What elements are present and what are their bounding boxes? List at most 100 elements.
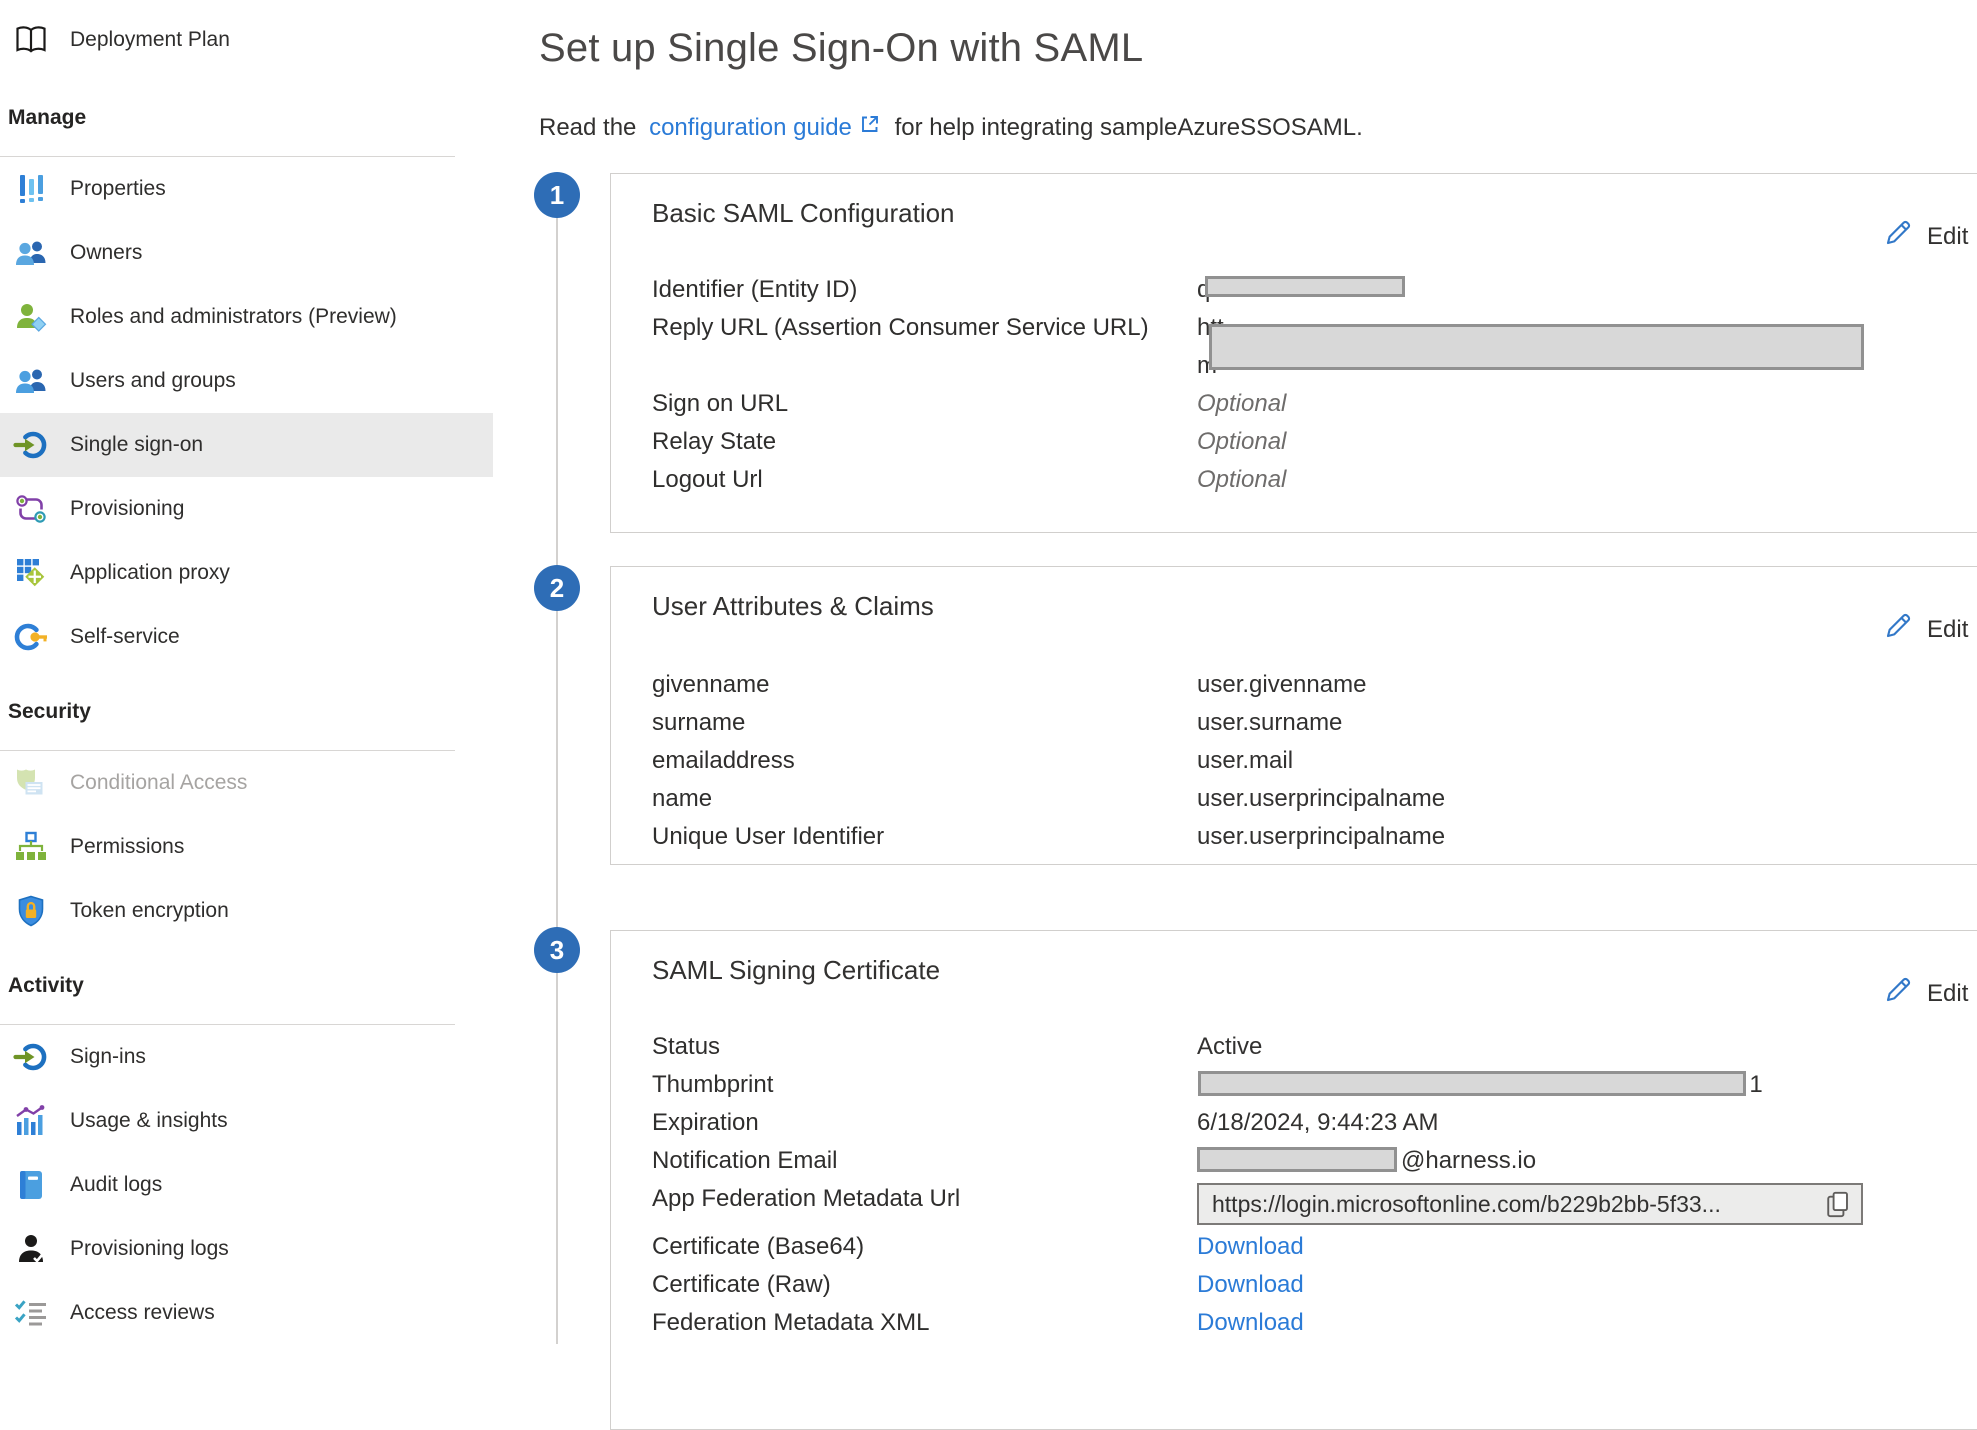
sidebar-section-activity: Activity [0, 943, 455, 1025]
row-value-redacted: htt m [1197, 309, 1949, 385]
sidebar-item-label: Token encryption [70, 899, 229, 923]
download-certificate-raw-link[interactable]: Download [1197, 1271, 1304, 1298]
sidebar-item-label: Deployment Plan [70, 28, 230, 52]
row-label: Logout Url [652, 461, 1197, 499]
edit-basic-saml-button[interactable]: Edit [1883, 218, 1968, 255]
row-federation-metadata-xml: Federation Metadata XML Download [652, 1304, 1949, 1342]
sidebar-item-label: Properties [70, 177, 166, 201]
metadata-url-cell: https://login.microsoftonline.com/b229b2… [1197, 1180, 1949, 1228]
sidebar-item-label: Users and groups [70, 369, 236, 393]
row-value-redacted: 21 [1197, 1066, 1949, 1104]
main-content: Set up Single Sign-On with SAML Read the… [493, 0, 1977, 1344]
sidebar-item-conditional-access[interactable]: Conditional Access [0, 751, 493, 815]
step-connector-line [556, 180, 558, 1344]
redacted-value-fragment: 1 [1749, 1071, 1762, 1098]
sidebar-item-access-reviews[interactable]: Access reviews [0, 1281, 493, 1345]
download-federation-metadata-xml-link[interactable]: Download [1197, 1309, 1304, 1336]
row-value-redacted: r@harness.io [1197, 1142, 1949, 1180]
external-link-icon [858, 112, 882, 143]
row-relay-state: Relay State Optional [652, 423, 1949, 461]
download-certificate-base64-link[interactable]: Download [1197, 1233, 1304, 1260]
sidebar-item-label: Single sign-on [70, 433, 203, 457]
intro-suffix: for help integrating sampleAzureSSOSAML. [888, 114, 1363, 142]
row-label: Expiration [652, 1104, 1197, 1142]
sidebar-item-label: Permissions [70, 835, 184, 859]
sidebar: Deployment Plan Manage Properties Owners… [0, 0, 493, 1344]
sidebar-item-application-proxy[interactable]: Application proxy [0, 541, 493, 605]
row-label: Reply URL (Assertion Consumer Service UR… [652, 309, 1197, 385]
sidebar-item-label: Application proxy [70, 561, 230, 585]
claim-value: user.mail [1197, 742, 1949, 780]
row-reply-url: Reply URL (Assertion Consumer Service UR… [652, 309, 1949, 385]
sign-ins-icon [12, 1038, 50, 1076]
claim-value: user.surname [1197, 704, 1949, 742]
book-icon [12, 21, 50, 59]
row-label: Federation Metadata XML [652, 1304, 1197, 1342]
sidebar-item-label: Conditional Access [70, 771, 247, 795]
pencil-icon [1883, 218, 1913, 255]
sidebar-item-token-encryption[interactable]: Token encryption [0, 879, 493, 943]
sidebar-item-single-sign-on[interactable]: Single sign-on [0, 413, 493, 477]
step-badge-1: 1 [534, 172, 580, 218]
page-title: Set up Single Sign-On with SAML [539, 26, 1143, 71]
application-proxy-icon [12, 554, 50, 592]
redaction-overlay [1197, 1147, 1397, 1172]
usage-insights-icon [12, 1102, 50, 1140]
sidebar-item-deployment-plan[interactable]: Deployment Plan [0, 8, 493, 72]
sidebar-item-provisioning[interactable]: Provisioning [0, 477, 493, 541]
provisioning-icon [12, 490, 50, 528]
configuration-guide-link[interactable]: configuration guide [649, 114, 852, 142]
claim-value: user.givenname [1197, 666, 1949, 704]
sidebar-item-sign-ins[interactable]: Sign-ins [0, 1025, 493, 1089]
intro-text: Read the configuration guide for help in… [539, 112, 1363, 143]
row-label: Sign on URL [652, 385, 1197, 423]
claim-name: emailaddress [652, 742, 1197, 780]
roles-icon [12, 298, 50, 336]
row-logout-url: Logout Url Optional [652, 461, 1949, 499]
pencil-icon [1883, 611, 1913, 648]
row-label: Identifier (Entity ID) [652, 271, 1197, 309]
sidebar-item-label: Roles and administrators (Preview) [70, 305, 397, 329]
sidebar-section-security: Security [0, 669, 455, 751]
owners-icon [12, 234, 50, 272]
redaction-overlay [1205, 276, 1405, 297]
row-app-federation-metadata-url: App Federation Metadata Url https://logi… [652, 1180, 1949, 1228]
sidebar-item-provisioning-logs[interactable]: Provisioning logs [0, 1217, 493, 1281]
access-reviews-icon [12, 1294, 50, 1332]
sidebar-item-usage-insights[interactable]: Usage & insights [0, 1089, 493, 1153]
sidebar-item-owners[interactable]: Owners [0, 221, 493, 285]
row-label: Certificate (Raw) [652, 1266, 1197, 1304]
sidebar-item-label: Audit logs [70, 1173, 162, 1197]
row-label: Relay State [652, 423, 1197, 461]
row-value-optional: Optional [1197, 461, 1949, 499]
claim-name: givenname [652, 666, 1197, 704]
permissions-icon [12, 828, 50, 866]
row-label: Certificate (Base64) [652, 1228, 1197, 1266]
redaction-overlay [1209, 324, 1864, 370]
properties-icon [12, 170, 50, 208]
sidebar-item-roles-administrators[interactable]: Roles and administrators (Preview) [0, 285, 493, 349]
row-expiration: Expiration 6/18/2024, 9:44:23 AM [652, 1104, 1949, 1142]
conditional-access-icon [12, 764, 50, 802]
edit-user-attributes-button[interactable]: Edit [1883, 611, 1968, 648]
copy-icon[interactable] [1824, 1190, 1851, 1219]
row-label: Notification Email [652, 1142, 1197, 1180]
sidebar-item-self-service[interactable]: Self-service [0, 605, 493, 669]
metadata-url-field[interactable]: https://login.microsoftonline.com/b229b2… [1197, 1183, 1863, 1225]
sidebar-item-users-and-groups[interactable]: Users and groups [0, 349, 493, 413]
row-certificate-base64: Certificate (Base64) Download [652, 1228, 1949, 1266]
sidebar-item-permissions[interactable]: Permissions [0, 815, 493, 879]
sidebar-item-label: Owners [70, 241, 142, 265]
sidebar-item-properties[interactable]: Properties [0, 157, 493, 221]
sidebar-item-label: Provisioning logs [70, 1237, 229, 1261]
row-emailaddress: emailaddress user.mail [652, 742, 1949, 780]
row-certificate-raw: Certificate (Raw) Download [652, 1266, 1949, 1304]
row-sign-on-url: Sign on URL Optional [652, 385, 1949, 423]
edit-signing-certificate-button[interactable]: Edit [1883, 975, 1968, 1012]
intro-prefix: Read the [539, 114, 643, 142]
token-encryption-icon [12, 892, 50, 930]
sidebar-item-label: Usage & insights [70, 1109, 228, 1133]
metadata-url-value: https://login.microsoftonline.com/b229b2… [1212, 1185, 1721, 1223]
sidebar-item-audit-logs[interactable]: Audit logs [0, 1153, 493, 1217]
sidebar-item-label: Provisioning [70, 497, 184, 521]
